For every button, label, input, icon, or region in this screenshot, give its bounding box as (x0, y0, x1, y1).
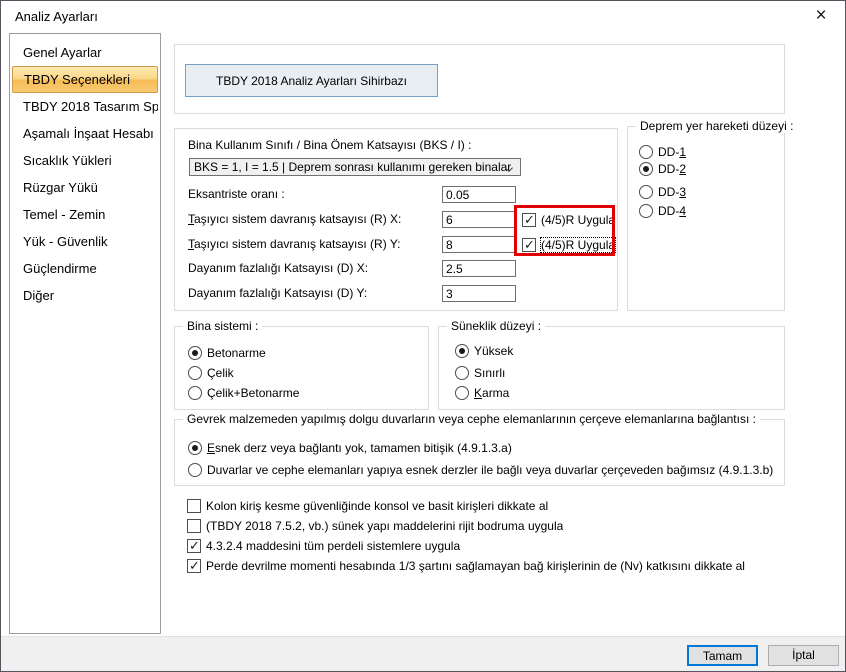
sidebar-item-tbdy-2018-tasarim-spektrum[interactable]: TBDY 2018 Tasarım Spekt... (12, 93, 158, 120)
ductility-group-title: Süneklik düzeyi : (447, 319, 545, 333)
titlebar: Analiz Ayarları × (1, 1, 845, 33)
sidebar-item-diger[interactable]: Diğer (12, 282, 158, 309)
footer-bar: Tamam İptal (1, 636, 845, 671)
cancel-button[interactable]: İptal (768, 645, 839, 666)
settings-sidebar: Genel Ayarlar TBDY Seçenekleri TBDY 2018… (9, 33, 161, 634)
sidebar-item-genel-ayarlar[interactable]: Genel Ayarlar (12, 39, 158, 66)
sidebar-item-ruzgar-yuku[interactable]: Rüzgar Yükü (12, 174, 158, 201)
radio-icon (639, 145, 653, 159)
sidebar-item-asamali-insaat-hesabi[interactable]: Aşamalı İnşaat Hesabı (12, 120, 158, 147)
checkbox-unchecked-icon (187, 499, 201, 513)
radio-esnek-derz-bagli[interactable]: Duvarlar ve cephe elemanları yapıya esne… (188, 462, 773, 478)
bks-selected-value: BKS = 1, I = 1.5 | Deprem sonrası kullan… (194, 160, 511, 174)
radio-icon (188, 463, 202, 477)
close-button[interactable]: × (801, 1, 841, 31)
d-y-input[interactable] (442, 285, 516, 302)
checkbox-kolon-kiris-kesme[interactable]: Kolon kiriş kesme güvenliğinde konsol ve… (187, 498, 548, 514)
radio-esnek-derz-yok[interactable]: Esnek derz veya bağlantı yok, tamamen bi… (188, 440, 512, 456)
radio-karma[interactable]: Karma (455, 385, 509, 401)
radio-selected-icon (455, 344, 469, 358)
radio-celik[interactable]: Çelik (188, 365, 234, 381)
r-x-input[interactable] (442, 211, 516, 228)
bks-group: Bina Kullanım Sınıfı / Bina Önem Katsayı… (174, 128, 618, 311)
r-y-45r-checkbox[interactable]: (4/5)R Uygula (522, 237, 615, 253)
sidebar-item-sicaklik-yukleri[interactable]: Sıcaklık Yükleri (12, 147, 158, 174)
radio-icon (455, 386, 469, 400)
ok-button[interactable]: Tamam (687, 645, 758, 666)
checkbox-checked-icon (522, 213, 536, 227)
sidebar-item-guclendirme[interactable]: Güçlendirme (12, 255, 158, 282)
checkbox-checked-icon (187, 539, 201, 553)
checkbox-checked-icon (187, 559, 201, 573)
r-y-label: Taşıyıcı sistem davranış katsayısı (R) Y… (188, 236, 401, 253)
radio-selected-icon (188, 346, 202, 360)
radio-dd-1[interactable]: DD-1 (639, 144, 686, 160)
radio-icon (455, 366, 469, 380)
eccentricity-input[interactable] (442, 186, 516, 203)
checkbox-perde-devrilme[interactable]: Perde devrilme momenti hesabında 1/3 şar… (187, 558, 745, 574)
radio-selected-icon (639, 162, 653, 176)
checkbox-4324-maddesi[interactable]: 4.3.2.4 maddesini tüm perdeli sistemlere… (187, 538, 460, 554)
ground-motion-group: Deprem yer hareketi düzeyi : DD-1 DD-2 D… (627, 126, 785, 311)
sidebar-item-yuk-guvenlik[interactable]: Yük - Güvenlik (12, 228, 158, 255)
ground-motion-group-title: Deprem yer hareketi düzeyi : (636, 119, 797, 133)
radio-celik-betonarme[interactable]: Çelik+Betonarme (188, 385, 299, 401)
radio-icon (639, 185, 653, 199)
d-x-label: Dayanım fazlalığı Katsayısı (D) X: (188, 260, 368, 277)
analysis-settings-dialog: Analiz Ayarları × Genel Ayarlar TBDY Seç… (0, 0, 846, 672)
radio-betonarme[interactable]: Betonarme (188, 345, 266, 361)
checkbox-rijit-bodrum[interactable]: (TBDY 2018 7.5.2, vb.) sünek yapı maddel… (187, 518, 563, 534)
radio-dd-2[interactable]: DD-2 (639, 161, 686, 177)
building-system-group-title: Bina sistemi : (183, 319, 262, 333)
sidebar-item-tbdy-secenekleri[interactable]: TBDY Seçenekleri (12, 66, 158, 93)
r-y-input[interactable] (442, 236, 516, 253)
sidebar-item-temel-zemin[interactable]: Temel - Zemin (12, 201, 158, 228)
wizard-button[interactable]: TBDY 2018 Analiz Ayarları Sihirbazı (185, 64, 438, 97)
checkbox-checked-icon (522, 238, 536, 252)
wizard-group: TBDY 2018 Analiz Ayarları Sihirbazı (174, 44, 785, 114)
bks-select[interactable]: BKS = 1, I = 1.5 | Deprem sonrası kullan… (189, 158, 521, 176)
radio-dd-3[interactable]: DD-3 (639, 184, 686, 200)
radio-dd-4[interactable]: DD-4 (639, 203, 686, 219)
close-icon: × (815, 5, 826, 26)
r-y-45r-checkbox-label: (4/5)R Uygula (541, 238, 615, 252)
infill-connection-group: Gevrek malzemeden yapılmış dolgu duvarla… (174, 419, 785, 486)
radio-yuksek[interactable]: Yüksek (455, 343, 513, 359)
building-system-group: Bina sistemi : Betonarme Çelik Çelik+Bet… (174, 326, 429, 410)
ductility-group: Süneklik düzeyi : Yüksek Sınırlı Karma (438, 326, 785, 410)
radio-selected-icon (188, 441, 202, 455)
radio-sinirli[interactable]: Sınırlı (455, 365, 505, 381)
checkbox-unchecked-icon (187, 519, 201, 533)
d-x-input[interactable] (442, 260, 516, 277)
r-x-label: Taşıyıcı sistem davranış katsayısı (R) X… (188, 211, 401, 228)
radio-icon (639, 204, 653, 218)
radio-icon (188, 386, 202, 400)
infill-connection-group-title: Gevrek malzemeden yapılmış dolgu duvarla… (183, 412, 760, 426)
r-x-45r-checkbox-label: (4/5)R Uygula (541, 213, 615, 227)
eccentricity-label: Eksantriste oranı : (188, 186, 285, 203)
d-y-label: Dayanım fazlalığı Katsayısı (D) Y: (188, 285, 367, 302)
radio-icon (188, 366, 202, 380)
bks-label: Bina Kullanım Sınıfı / Bina Önem Katsayı… (188, 137, 471, 154)
r-x-45r-checkbox[interactable]: (4/5)R Uygula (522, 212, 615, 228)
window-title: Analiz Ayarları (15, 1, 98, 33)
